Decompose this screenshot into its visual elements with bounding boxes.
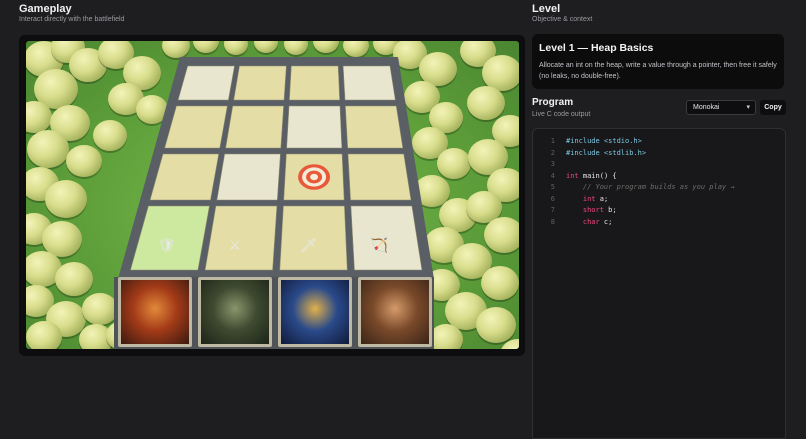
battlefield-unit[interactable]: 🗡 (300, 237, 318, 254)
board-tile (225, 105, 284, 149)
board-tile (177, 65, 235, 101)
code-text: #include <stdio.h> (566, 137, 642, 145)
battlefield-unit[interactable]: 🛡 (158, 237, 176, 254)
board-tile (289, 65, 340, 101)
code-text: short b; (582, 206, 617, 214)
line-number: 8 (550, 217, 555, 226)
card-art (281, 280, 349, 344)
goblin-mage-card[interactable] (278, 277, 352, 347)
code-text: int main() { (566, 171, 617, 180)
board-tile (233, 65, 287, 101)
line-number: 3 (550, 160, 555, 168)
siege-catapult-card[interactable] (118, 277, 192, 347)
level-description: Allocate an int on the heap, write a val… (539, 62, 777, 80)
copy-button[interactable]: Copy (760, 100, 786, 115)
gameplay-subtitle: Interact directly with the battlefield (19, 16, 125, 23)
level-subheading: Objective & context (532, 16, 593, 23)
line-number: 4 (550, 171, 555, 180)
level-card: Level 1 — Heap Basics Allocate an int on… (532, 34, 784, 89)
board-tile (347, 153, 412, 201)
line-number: 6 (550, 194, 555, 203)
gameplay-heading: Gameplay (19, 3, 72, 15)
code-text: #include <stdlib.h> (566, 148, 647, 157)
line-number: 2 (550, 148, 555, 157)
code-text: int a; (582, 194, 609, 203)
code-text: char c; (582, 217, 613, 226)
target-marker (310, 173, 319, 181)
line-number: 1 (550, 137, 555, 145)
line-number: 5 (550, 183, 555, 191)
level-heading: Level (532, 3, 561, 15)
battlefield[interactable]: 🛡 ⚔ 🗡 🏹 (26, 41, 519, 349)
code-editor[interactable]: 1 #include <stdio.h> 2 #include <stdlib.h> 3… (532, 128, 786, 439)
card-art (361, 280, 429, 344)
line-number: 7 (550, 206, 555, 214)
code-text: // Your program builds as you play → (566, 183, 735, 191)
board-grid (114, 57, 434, 349)
battlefield-unit[interactable]: ⚔ (229, 237, 242, 254)
board-tile (216, 153, 281, 201)
barbarian-warrior-card[interactable] (358, 277, 432, 347)
card-art (201, 280, 269, 344)
board-tile (342, 65, 396, 101)
program-heading: Program (532, 97, 574, 108)
board-tile (345, 105, 404, 149)
card-art (121, 280, 189, 344)
board-tile (286, 105, 343, 149)
program-subheading: Live C code output (532, 111, 591, 118)
battlefield-unit[interactable]: 🏹 (371, 237, 388, 254)
theme-select[interactable]: Monokai ▾ (686, 100, 756, 115)
level-title: Level 1 — Heap Basics (539, 42, 654, 54)
theme-select-value: Monokai (693, 104, 720, 111)
chevron-down-icon: ▾ (746, 104, 750, 111)
hooded-reaper-card[interactable] (198, 277, 272, 347)
